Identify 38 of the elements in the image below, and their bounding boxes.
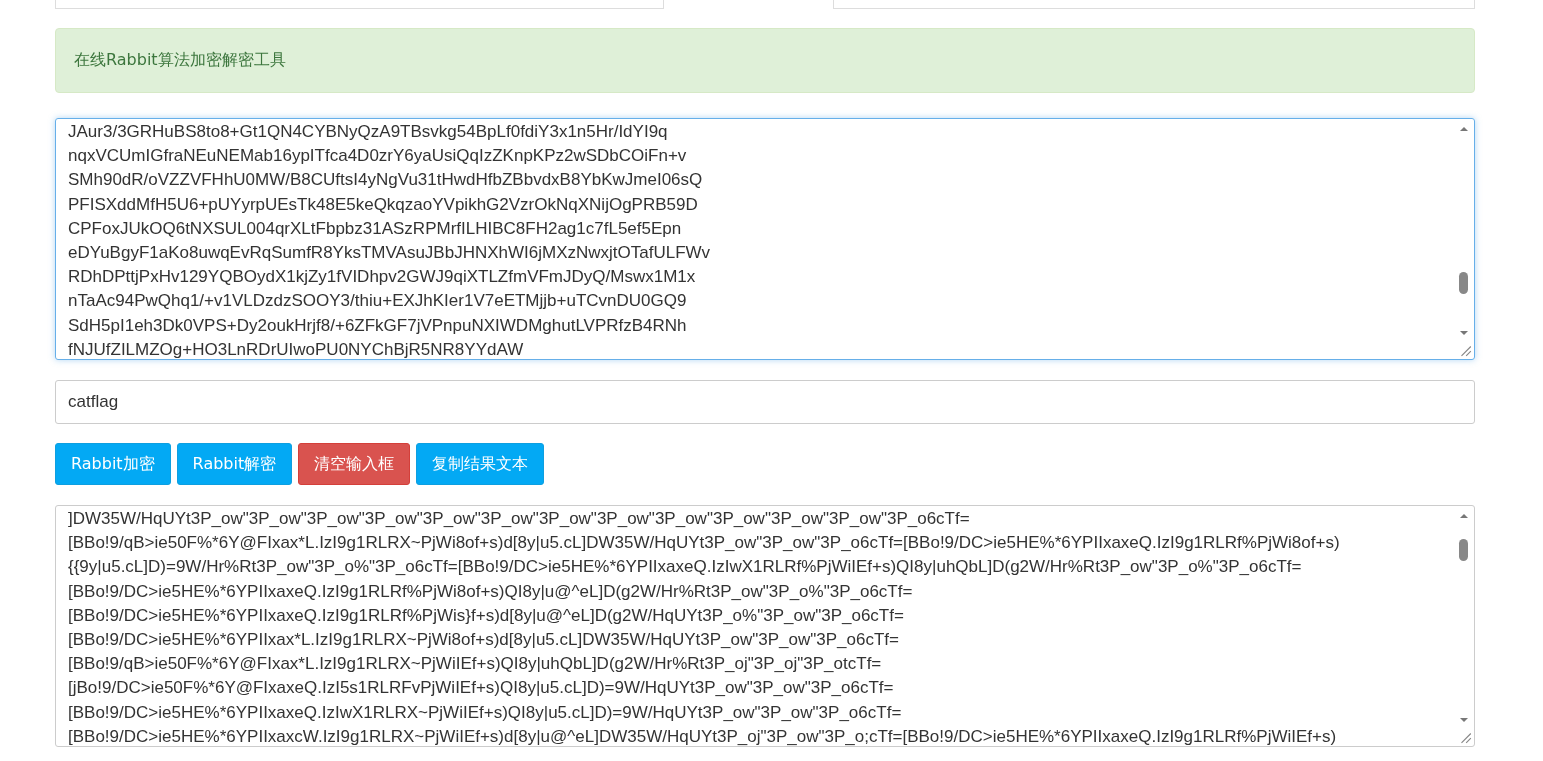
text-line: eDYuBgyF1aKo8uwqEvRqSumfR8YksTMVAsuJBbJHNXhWI6jMXzNwxjtOTafULFWv: [68, 242, 711, 264]
text-line: JAur3/3GRHuBS8to8+Gt1QN4CYBNyQzA9TBsvkg54BpLf0fdiY3x1n5Hr/IdYI9q: [68, 121, 668, 143]
text-line: [BBo!9/qB>ie50F%*6Y@FIxax*L.IzI9g1RLRX~PjWi8of+s)d[8y|u5.cL]DW35W/HqUYt3P_ow"3P_ow"3P_o6cTf=[BBo!9/DC>ie5HE%*6YPIIxaxeQ.IzI9g1RLRf%PjWi8of+s): [68, 532, 1340, 555]
text-line: nqxVCUmIGfraNEuNEMab16ypITfca4D0zrY6yaUsiQqIzZKnpKPz2wSDbCOiFn+v: [68, 145, 687, 168]
text-line: [BBo!9/qB>ie50F%*6Y@FIxax*L.IzI9g1RLRX~PjWiIEf+s)QI8y|uhQbL]D(g2W/Hr%Rt3P_oj"3P_oj"3P_otcTf=: [68, 653, 882, 676]
scroll-up-icon[interactable]: [1458, 512, 1469, 520]
text-line: nTaAc94PwQhq1/+v1VLDzdzSOOY3/thiu+EXJhKIer1V7eETMjjb+uTCvnDU0GQ9: [68, 290, 687, 313]
scroll-up-icon[interactable]: [1458, 125, 1469, 133]
alert-title: 在线Rabbit算法加密解密工具: [74, 50, 286, 71]
text-line: [jBo!9/DC>ie50F%*6Y@FIxaxeQ.IzI5s1RLRFvPjWiIEf+s)QI8y|u5.cL]D)=9W/HqUYt3P_ow"3P_ow"3P_o6cTf=: [68, 677, 894, 700]
text-line: {{9y|u5.cL]D)=9W/Hr%Rt3P_ow"3P_o%"3P_o6cTf=[BBo!9/DC>ie5HE%*6YPIIxaxeQ.IzIwX1RLRf%PjWiIEf+s)QI8y|uhQbL]D(g2W/Hr%Rt3P_ow"3P_o%"3P_o6cTf=: [68, 556, 1302, 579]
action-button[interactable]: Rabbit解密: [176, 443, 293, 485]
action-button[interactable]: 清空输入框: [298, 443, 411, 485]
input-textarea[interactable]: [55, 118, 1475, 360]
scroll-down-icon[interactable]: [1458, 329, 1469, 337]
text-line: SMh90dR/oVZZVFHhU0MW/B8CUftsI4yNgVu31tHwdHfbZBbvdxB8YbKwJmeI06sQ: [68, 169, 703, 192]
text-line: [BBo!9/DC>ie5HE%*6YPIIxax*L.IzI9g1RLRX~PjWi8of+s)d[8y|u5.cL]DW35W/HqUYt3P_ow"3P_ow"3P_o6cTf=: [68, 629, 899, 651]
resize-grip-icon[interactable]: [1458, 343, 1472, 357]
text-line: [BBo!9/DC>ie5HE%*6YPIIxaxcW.IzI9g1RLRX~PjWiIEf+s)d[8y|u@^eL]DW35W/HqUYt3P_oj"3P_ow"3P_o;cTf=[BBo!9/DC>ie5HE%*6YPIIxaxeQ.IzI9g1RLRf%PjWiIEf+s): [68, 725, 1337, 746]
text-line: PFISXddMfH5U6+pUYyrpUEsTk48E5keQkqzaoYVpikhG2VzrOkNqXNijOgPRB59D: [68, 193, 698, 216]
text-line: fNJUfZILMZOg+HO3LnRDrUIwoPU0NYChBjR5NR8YYdAW: [68, 338, 524, 359]
scroll-down-icon[interactable]: [1458, 716, 1469, 724]
output-textarea[interactable]: [55, 505, 1475, 747]
text-line: [BBo!9/DC>ie5HE%*6YPIIxaxeQ.IzI9g1RLRf%PjWis}f+s)d[8y|u@^eL]D(g2W/HqUYt3P_o%"3P_ow"3P_o6cTf=: [68, 604, 904, 627]
text-line: [BBo!9/DC>ie5HE%*6YPIIxaxeQ.IzIwX1RLRX~PjWiIEf+s)QI8y|u5.cL]D)=9W/HqUYt3P_ow"3P_ow"3P_o6cTf=: [68, 701, 902, 724]
input-field[interactable]: [55, 0, 664, 9]
scroll-thumb[interactable]: [1459, 539, 1468, 562]
input-field[interactable]: [832, 0, 1475, 9]
text-line: SdH5pI1eh3Dk0VPS+Dy2oukHrjf8/+6ZFkGF7jVPnpuNXIWDMghutLVPRfzB4RNh: [68, 314, 687, 337]
text-line: ]DW35W/HqUYt3P_ow"3P_ow"3P_ow"3P_ow"3P_ow"3P_ow"3P_ow"3P_ow"3P_ow"3P_ow"3P_ow"3P_ow"3P_o6cTf=: [68, 508, 970, 530]
text-line: RDhDPttjPxHv129YQBOydX1kjZy1fVIDhpv2GWJ9qiXTLZfmVFmJDyQ/Mswx1M1x: [68, 266, 696, 289]
resize-grip-icon[interactable]: [1458, 730, 1472, 744]
action-button[interactable]: Rabbit加密: [55, 443, 171, 485]
key-field[interactable]: catflag: [55, 380, 1475, 424]
text-line: [BBo!9/DC>ie5HE%*6YPIIxaxeQ.IzI9g1RLRf%PjWi8of+s)QI8y|u@^eL]D(g2W/Hr%Rt3P_ow"3P_o%"3P_o6cTf=: [68, 580, 913, 603]
scroll-thumb[interactable]: [1459, 272, 1468, 295]
action-button[interactable]: 复制结果文本: [416, 443, 545, 485]
text-line: CPFoxJUkOQ6tNXSUL004qrXLtFbpbz31ASzRPMrfILHIBC8FH2ag1c7fL5ef5Epn: [68, 217, 682, 240]
